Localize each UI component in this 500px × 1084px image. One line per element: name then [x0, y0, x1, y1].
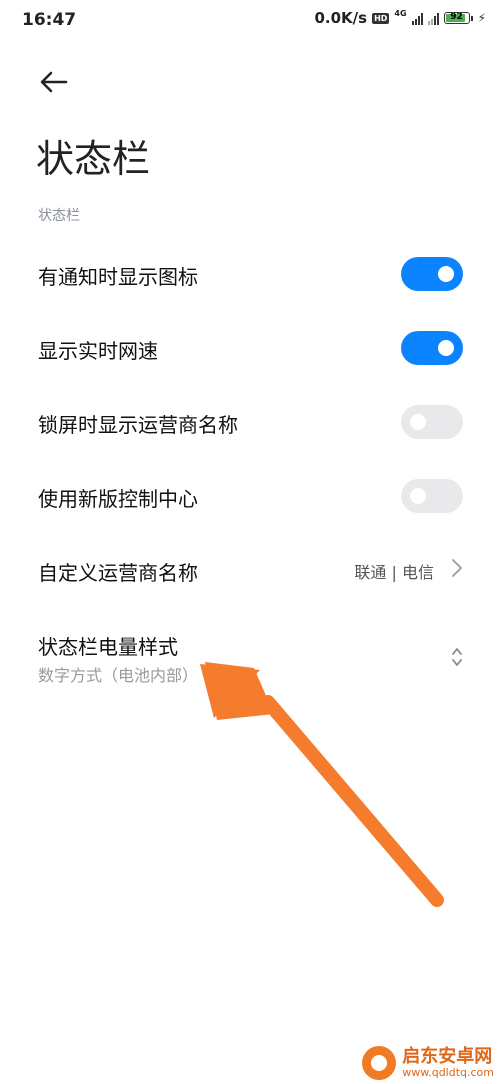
setting-value: 联通 | 电信 [354, 563, 434, 582]
watermark: 启东安卓网 www.qdldtq.com [362, 1046, 494, 1080]
net-speed: 0.0K/s [314, 9, 368, 27]
toggle-switch[interactable] [401, 257, 463, 291]
setting-label: 锁屏时显示运营商名称 [38, 413, 238, 437]
charging-icon: ⚡ [477, 11, 486, 25]
watermark-name: 启东安卓网 [402, 1046, 493, 1068]
chevron-right-icon [452, 559, 462, 577]
watermark-url: www.qdldtq.com [402, 1065, 494, 1079]
toggle-switch[interactable] [401, 331, 463, 365]
up-down-chevron-icon[interactable] [450, 644, 464, 670]
network-type: 4G [394, 9, 407, 18]
battery-level: 92 [450, 12, 463, 22]
setting-label: 有通知时显示图标 [38, 265, 198, 289]
setting-row-lockscreen-carrier[interactable]: 锁屏时显示运营商名称 [0, 385, 500, 459]
setting-row-network-speed[interactable]: 显示实时网速 [0, 311, 500, 385]
section-label: 状态栏 [38, 208, 80, 224]
setting-label: 自定义运营商名称 [38, 561, 198, 585]
watermark-logo-icon [362, 1046, 397, 1080]
setting-label: 显示实时网速 [38, 339, 158, 363]
battery-icon: 92 [443, 12, 473, 24]
setting-label: 使用新版控制中心 [38, 487, 198, 511]
toggle-switch[interactable] [401, 405, 463, 439]
signal-icon [411, 12, 423, 25]
setting-sublabel: 数字方式（电池内部） [38, 666, 199, 685]
status-time: 16:47 [22, 10, 77, 30]
signal-icon-2 [427, 12, 439, 25]
status-icons: 0.0K/s HD 4G 92 ⚡ [314, 9, 486, 27]
toggle-switch[interactable] [401, 479, 463, 513]
page-title: 状态栏 [36, 137, 151, 181]
setting-row-notification-icons[interactable]: 有通知时显示图标 [0, 237, 500, 311]
setting-label: 状态栏电量样式 [38, 635, 178, 659]
hd-icon: HD [372, 12, 390, 24]
back-arrow-icon[interactable] [36, 64, 72, 100]
setting-row-custom-carrier[interactable]: 自定义运营商名称 联通 | 电信 [0, 533, 500, 607]
status-bar: 16:47 0.0K/s HD 4G 92 ⚡ [0, 0, 500, 40]
setting-row-new-control-center[interactable]: 使用新版控制中心 [0, 459, 500, 533]
